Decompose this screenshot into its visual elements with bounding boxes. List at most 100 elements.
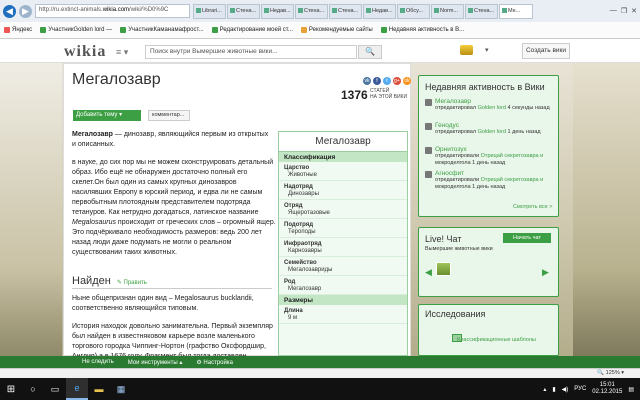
vk-icon[interactable]: vk xyxy=(363,77,371,85)
chevron-up-icon[interactable]: ▴ xyxy=(543,386,546,393)
activity-time: 1 день назад xyxy=(506,129,541,135)
templates-link[interactable]: Классификационные шаблоны xyxy=(457,337,536,343)
browser-tab[interactable]: Norm... xyxy=(431,3,464,19)
favorite-link[interactable]: Рекомендуемые сайты xyxy=(300,27,373,33)
see-all-link[interactable]: Смотреть все > xyxy=(513,204,552,210)
infobox-label: Длина xyxy=(284,308,303,314)
browser-tab[interactable]: Librari... xyxy=(193,3,226,19)
activity-item: Агносфит отредактировали Отрицай секрето… xyxy=(419,168,558,192)
browser-tab[interactable]: Стена... xyxy=(329,3,362,19)
avatar[interactable] xyxy=(436,262,451,276)
googleplus-icon[interactable]: g+ xyxy=(393,77,401,85)
recent-activity-module: Недавняя активность в Вики Мегалозавр от… xyxy=(418,75,559,217)
activity-page-link[interactable]: Генодус xyxy=(435,122,552,129)
internet-explorer-icon[interactable]: e xyxy=(66,378,88,400)
maximize-button[interactable]: ❐ xyxy=(621,7,627,15)
activity-page-link[interactable]: Агносфит xyxy=(435,170,552,177)
explore-title: Исследования xyxy=(425,309,486,319)
browser-tab[interactable]: Обсу... xyxy=(397,3,430,19)
twitter-icon[interactable]: t xyxy=(383,77,391,85)
network-icon[interactable]: ▮ xyxy=(552,386,555,393)
chevron-left-icon[interactable]: ◀ xyxy=(425,267,432,278)
browser-tab[interactable]: Стена... xyxy=(295,3,328,19)
browser-tab[interactable]: Стена... xyxy=(465,3,498,19)
favorite-link[interactable]: УчастникКаманамафрост... xyxy=(120,27,204,33)
browser-tab[interactable]: Стена... xyxy=(227,3,260,19)
wikia-logo[interactable]: wikia xyxy=(64,43,106,61)
minimize-button[interactable]: — xyxy=(610,7,617,15)
chevron-down-icon[interactable]: ▾ xyxy=(485,46,489,54)
tab-favicon xyxy=(366,7,371,13)
favorite-link[interactable]: Редактирование моей ст... xyxy=(211,27,293,33)
follow-button[interactable]: Не следить xyxy=(82,359,114,365)
infobox-label: Отряд xyxy=(284,203,303,209)
favorite-label: Редактирование моей ст... xyxy=(219,27,293,33)
create-wiki-button[interactable]: Создать вики xyxy=(522,43,570,59)
forward-button[interactable]: ▶ xyxy=(19,4,32,18)
browser-tab[interactable]: Недав... xyxy=(261,3,294,19)
infobox-value: 9 м xyxy=(279,314,407,324)
activity-page-link[interactable]: Мегалозавр xyxy=(435,98,552,105)
browser-tab-active[interactable]: Ме... xyxy=(499,3,533,19)
facebook-icon[interactable]: f xyxy=(373,77,381,85)
chevron-down-icon: ▾ xyxy=(119,112,123,118)
chevron-right-icon[interactable]: ▶ xyxy=(542,267,549,278)
activity-meta: отредактировали Отрицай секретозавра и мо… xyxy=(435,177,552,191)
menu-icon[interactable]: ≡ ▾ xyxy=(116,47,128,58)
browser-chrome: ◀ ▶ http://ru.extinct-animals.wikia.com/… xyxy=(0,0,640,39)
tab-favicon xyxy=(400,7,405,13)
browser-status-bar: 🔍 125% ▾ xyxy=(0,368,640,378)
user-avatar[interactable] xyxy=(460,45,473,55)
volume-icon[interactable]: ◀) xyxy=(562,386,569,393)
favorite-link[interactable]: Яндекс xyxy=(4,27,32,33)
window-controls: — ❐ ✕ xyxy=(610,7,637,15)
notifications-icon[interactable]: ▤ xyxy=(628,386,634,393)
start-icon[interactable]: ⊞ xyxy=(0,378,22,400)
activity-item: Генодус отредактировал Golden lord 1 ден… xyxy=(419,120,558,144)
add-theme-button[interactable]: Добавить тему ▾ xyxy=(73,110,141,121)
my-tools-label: Мои инструменты xyxy=(127,359,178,366)
favorite-link[interactable]: УчастникGolden lord — xyxy=(40,27,112,33)
tab-favicon xyxy=(332,7,337,13)
activity-item: Мегалозавр отредактировал Golden lord 4 … xyxy=(419,96,558,120)
clock[interactable]: 15:01 02.12.2015 xyxy=(592,382,622,396)
activity-user-link[interactable]: Golden lord xyxy=(478,129,506,135)
my-tools-button[interactable]: Мои инструменты ▴ xyxy=(128,359,183,366)
store-icon[interactable]: ▦ xyxy=(110,378,132,400)
favorite-link[interactable]: Недавняя активность в В... xyxy=(380,27,464,33)
zoom-level[interactable]: 🔍 125% ▾ xyxy=(597,370,624,376)
infobox-title: Мегалозавр xyxy=(279,132,407,152)
search-input[interactable]: Поиск внутри Вымершие животные вики... xyxy=(145,45,357,59)
activity-action: отредактировали xyxy=(435,153,481,159)
url-host: wikia.com xyxy=(102,7,130,13)
intro-bold: Мегалозавр xyxy=(72,131,113,138)
activity-user-link[interactable]: Отрицай секретозавра и xyxy=(481,153,544,159)
activity-time: мокроделгола 1 день назад xyxy=(435,184,506,190)
activity-user-link[interactable]: Golden lord xyxy=(478,105,506,111)
infobox-section-heading: Размеры xyxy=(279,295,407,305)
activity-page-link[interactable]: Орнитозух xyxy=(435,146,552,153)
page-title: Мегалозавр xyxy=(72,71,161,88)
infobox-section-heading: Классификация xyxy=(279,152,407,162)
share-buttons: vk f t g+ ok xyxy=(363,77,411,85)
edit-icon xyxy=(425,99,432,106)
activity-user-link[interactable]: Отрицай секретозавра и xyxy=(481,177,544,183)
odnoklassniki-icon[interactable]: ok xyxy=(403,77,411,85)
language-indicator[interactable]: РУС xyxy=(574,386,586,392)
comments-button[interactable]: комментар... xyxy=(148,110,190,121)
task-view-icon[interactable]: ▭ xyxy=(44,378,66,400)
edit-section-link[interactable]: ✎ Править xyxy=(117,279,147,286)
infobox-value: Тероподы xyxy=(279,228,407,238)
start-chat-button[interactable]: Начать чат xyxy=(503,233,551,243)
file-explorer-icon[interactable]: ▬ xyxy=(88,378,110,400)
browser-tab[interactable]: Недав... xyxy=(363,3,396,19)
search-button[interactable]: 🔍 xyxy=(358,45,382,59)
close-button[interactable]: ✕ xyxy=(631,7,637,15)
wikia-toolbar: Не следить Мои инструменты ▴ ⚙ Настройка xyxy=(0,356,640,368)
edit-icon xyxy=(425,123,432,130)
search-icon[interactable]: ○ xyxy=(22,378,44,400)
settings-button[interactable]: ⚙ Настройка xyxy=(196,359,233,366)
back-button[interactable]: ◀ xyxy=(3,4,16,18)
edit-icon xyxy=(425,147,432,154)
address-bar[interactable]: http://ru.extinct-animals.wikia.com/wiki… xyxy=(35,4,190,18)
